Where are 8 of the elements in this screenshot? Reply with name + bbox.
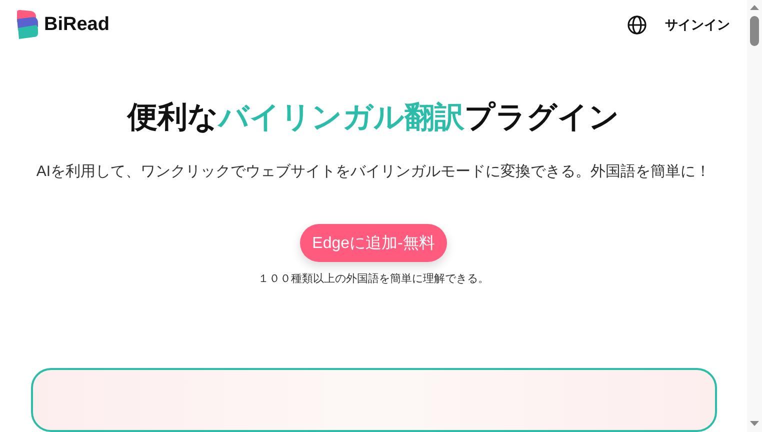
headline: 便利なバイリンガル翻訳プラグイン: [128, 100, 620, 136]
brand-name: BiRead: [44, 14, 110, 36]
note-text: １００種類以上の外国語を簡単に理解できる。: [258, 272, 489, 286]
globe-icon[interactable]: [627, 14, 647, 35]
logo-icon: [16, 10, 39, 40]
sign-in-link[interactable]: サインイン: [665, 16, 730, 34]
subtitle: AIを利用して、ワンクリックでウェブサイトをバイリンガルモードに変換できる。外国語を簡単に！: [35, 162, 712, 182]
scrollbar[interactable]: [747, 0, 762, 432]
